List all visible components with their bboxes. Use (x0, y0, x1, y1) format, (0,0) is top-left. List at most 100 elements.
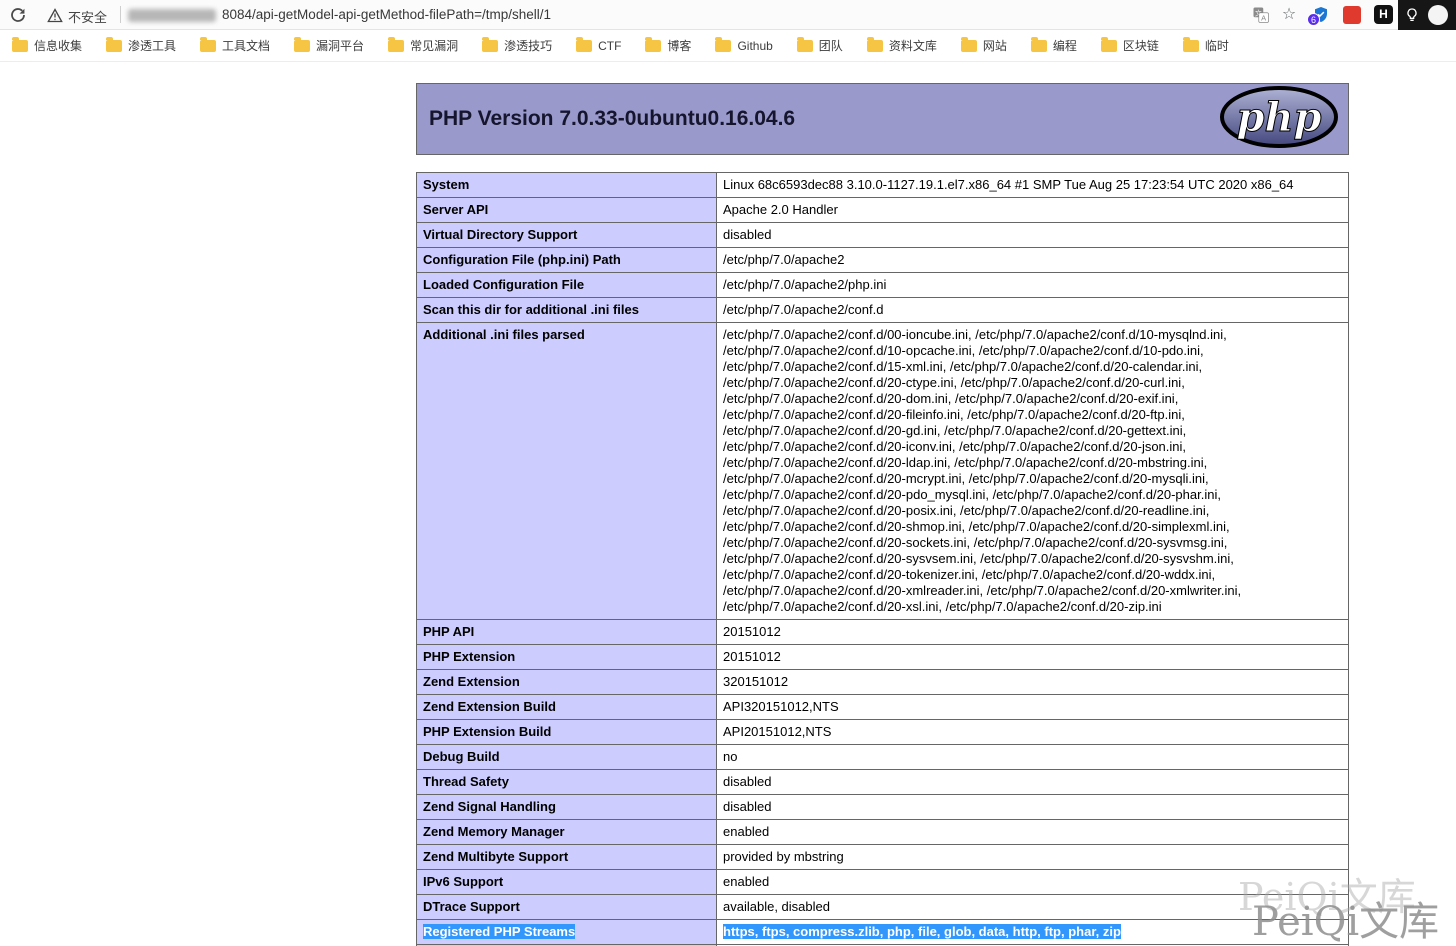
address-divider (120, 6, 121, 23)
folder-icon (576, 40, 592, 52)
row-label: DTrace Support (417, 895, 717, 920)
address-url[interactable]: 8084/api-getModel-api-getMethod-filePath… (222, 7, 551, 22)
bookmark-item[interactable]: 漏洞平台 (294, 37, 364, 54)
h-extension-icon[interactable]: H (1374, 5, 1393, 24)
phpinfo-header: PHP Version 7.0.33-0ubuntu0.16.04.6 php (416, 83, 1349, 155)
translate-icon[interactable]: 文 A (1252, 6, 1270, 24)
row-value: 320151012 (717, 670, 1349, 695)
extension-badge: 6 (1307, 13, 1320, 26)
bookmark-item[interactable]: 临时 (1183, 37, 1229, 54)
row-value: Apache 2.0 Handler (717, 198, 1349, 223)
row-label: Zend Extension (417, 670, 717, 695)
bookmark-item[interactable]: 资料文库 (867, 37, 937, 54)
row-value: /etc/php/7.0/apache2/conf.d/00-ioncube.i… (717, 323, 1349, 620)
row-label: Configuration File (php.ini) Path (417, 248, 717, 273)
table-row: SystemLinux 68c6593dec88 3.10.0-1127.19.… (417, 173, 1349, 198)
folder-icon (961, 40, 977, 52)
row-value: API20151012,NTS (717, 720, 1349, 745)
row-label: Zend Extension Build (417, 695, 717, 720)
bookmark-label: 工具文档 (222, 37, 270, 54)
row-label: Thread Safety (417, 770, 717, 795)
table-row: Additional .ini files parsed/etc/php/7.0… (417, 323, 1349, 620)
bookmark-item[interactable]: Github (715, 39, 772, 53)
browser-window: 不安全 8084/api-getModel-api-getMethod-file… (0, 0, 1456, 946)
folder-icon (388, 40, 404, 52)
bookmark-item[interactable]: 信息收集 (12, 37, 82, 54)
bookmark-item[interactable]: 工具文档 (200, 37, 270, 54)
shield-extension-icon[interactable]: 6 (1312, 5, 1330, 23)
table-row: Registered PHP Streams https, ftps, compr… (417, 920, 1349, 945)
warning-icon (47, 8, 63, 26)
row-label: PHP Extension Build (417, 720, 717, 745)
row-value: 20151012 (717, 620, 1349, 645)
row-value: /etc/php/7.0/apache2 (717, 248, 1349, 273)
phpinfo-page: PHP Version 7.0.33-0ubuntu0.16.04.6 php … (416, 83, 1349, 946)
table-row: Thread Safetydisabled (417, 770, 1349, 795)
row-label: Debug Build (417, 745, 717, 770)
folder-icon (294, 40, 310, 52)
php-logo[interactable]: php (1218, 84, 1340, 155)
row-value: provided by mbstring (717, 845, 1349, 870)
security-label: 不安全 (68, 7, 107, 26)
browser-toolbar: 不安全 8084/api-getModel-api-getMethod-file… (0, 0, 1456, 30)
bookmark-label: Github (737, 39, 772, 53)
folder-icon (1183, 40, 1199, 52)
bookmark-item[interactable]: CTF (576, 39, 621, 53)
bookmark-label: 博客 (667, 37, 691, 54)
row-label: Zend Multibyte Support (417, 845, 717, 870)
bookmark-label: CTF (598, 39, 621, 53)
bookmark-item[interactable]: 团队 (797, 37, 843, 54)
reload-icon[interactable] (9, 6, 27, 24)
row-label: Registered PHP Streams (417, 920, 717, 945)
row-value: no (717, 745, 1349, 770)
bookmark-item[interactable]: 渗透技巧 (482, 37, 552, 54)
row-value: https, ftps, compress.zlib, php, file, g… (717, 920, 1349, 945)
bookmark-label: 区块链 (1123, 37, 1159, 54)
row-value: available, disabled (717, 895, 1349, 920)
folder-icon (645, 40, 661, 52)
table-row: Configuration File (php.ini) Path/etc/ph… (417, 248, 1349, 273)
folder-icon (1101, 40, 1117, 52)
bookmark-item[interactable]: 网站 (961, 37, 1007, 54)
red-extension-icon[interactable] (1343, 6, 1361, 24)
folder-icon (482, 40, 498, 52)
table-row: Server APIApache 2.0 Handler (417, 198, 1349, 223)
table-row: Debug Buildno (417, 745, 1349, 770)
table-row: PHP Extension BuildAPI20151012,NTS (417, 720, 1349, 745)
table-row: Zend Multibyte Supportprovided by mbstri… (417, 845, 1349, 870)
bookmark-item[interactable]: 区块链 (1101, 37, 1159, 54)
row-label: PHP API (417, 620, 717, 645)
php-logo-text: php (1236, 94, 1321, 141)
row-value: enabled (717, 870, 1349, 895)
selected-text: https, ftps, compress.zlib, php, file, g… (723, 924, 1121, 939)
row-label: IPv6 Support (417, 870, 717, 895)
svg-text:A: A (1261, 14, 1266, 23)
table-row: PHP Extension20151012 (417, 645, 1349, 670)
folder-icon (715, 40, 731, 52)
row-value: /etc/php/7.0/apache2/conf.d (717, 298, 1349, 323)
row-label: Server API (417, 198, 717, 223)
security-chip[interactable]: 不安全 (47, 7, 107, 26)
folder-icon (867, 40, 883, 52)
row-value: API320151012,NTS (717, 695, 1349, 720)
table-row: Zend Signal Handlingdisabled (417, 795, 1349, 820)
table-row: Zend Extension320151012 (417, 670, 1349, 695)
bookmark-item[interactable]: 渗透工具 (106, 37, 176, 54)
url-redacted-host (128, 9, 216, 22)
folder-icon (12, 40, 28, 52)
profile-avatar[interactable] (1428, 5, 1448, 25)
table-row: IPv6 Supportenabled (417, 870, 1349, 895)
row-value: Linux 68c6593dec88 3.10.0-1127.19.1.el7.… (717, 173, 1349, 198)
row-label: Additional .ini files parsed (417, 323, 717, 620)
row-value: /etc/php/7.0/apache2/php.ini (717, 273, 1349, 298)
bookmark-label: 常见漏洞 (410, 37, 458, 54)
toolbar-corner (1398, 0, 1456, 30)
bookmark-label: 网站 (983, 37, 1007, 54)
bookmark-item[interactable]: 常见漏洞 (388, 37, 458, 54)
bookmark-item[interactable]: 编程 (1031, 37, 1077, 54)
bookmark-item[interactable]: 博客 (645, 37, 691, 54)
row-value: enabled (717, 820, 1349, 845)
lightbulb-icon[interactable] (1404, 7, 1420, 23)
selected-text: Registered PHP Streams (423, 924, 575, 939)
bookmark-star-icon[interactable]: ☆ (1280, 6, 1298, 24)
